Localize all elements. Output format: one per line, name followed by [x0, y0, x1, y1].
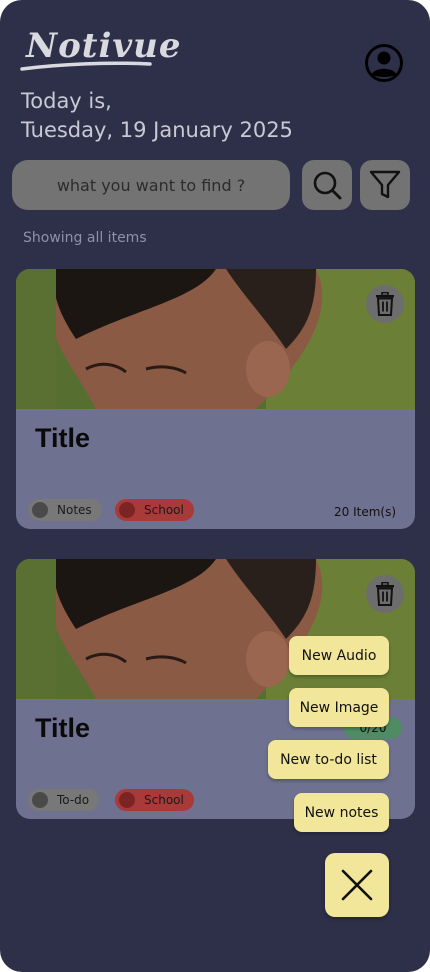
card-thumbnail-image [16, 559, 415, 699]
tag-chip-todo[interactable]: To-do [28, 789, 100, 811]
card-thumbnail-image [16, 269, 415, 409]
new-audio-button[interactable]: New Audio [289, 636, 389, 675]
search-button[interactable] [302, 160, 352, 210]
tag-chip-school[interactable]: School [115, 499, 194, 521]
item-count: 20 Item(s) [334, 505, 397, 519]
tag-label: To-do [57, 793, 90, 807]
delete-button[interactable] [366, 575, 404, 613]
app-screen: Notivue Today is, Tuesday, 19 January 20… [0, 0, 430, 972]
search-input[interactable] [12, 160, 290, 210]
tag-label: School [144, 503, 184, 517]
filter-status-text: Showing all items [23, 230, 147, 246]
filter-button[interactable] [360, 160, 410, 210]
tag-label: School [144, 793, 184, 807]
close-icon [341, 869, 373, 901]
trash-icon [376, 292, 394, 316]
logo-swoosh-icon [20, 61, 152, 71]
filter-icon [369, 170, 401, 199]
tag-label: Notes [57, 503, 92, 517]
tag-dot-icon [32, 502, 48, 518]
new-notes-button[interactable]: New notes [294, 793, 389, 832]
tag-dot-icon [119, 502, 135, 518]
search-icon [313, 171, 342, 200]
tag-chip-notes[interactable]: Notes [28, 499, 102, 521]
new-image-button[interactable]: New Image [289, 688, 389, 727]
greeting-label: Today is, [21, 89, 112, 113]
trash-icon [376, 582, 394, 606]
delete-button[interactable] [366, 285, 404, 323]
app-logo: Notivue [20, 26, 180, 76]
card-title: Title [35, 713, 91, 743]
new-todo-list-button[interactable]: New to-do list [268, 740, 389, 779]
tag-chip-school[interactable]: School [115, 789, 194, 811]
tag-dot-icon [32, 792, 48, 808]
close-menu-button[interactable] [325, 853, 389, 917]
card-title: Title [35, 423, 91, 453]
current-date: Tuesday, 19 January 2025 [21, 118, 293, 142]
profile-icon[interactable] [364, 43, 404, 83]
tag-dot-icon [119, 792, 135, 808]
note-card[interactable]: Title Notes School 20 Item(s) [16, 269, 415, 529]
